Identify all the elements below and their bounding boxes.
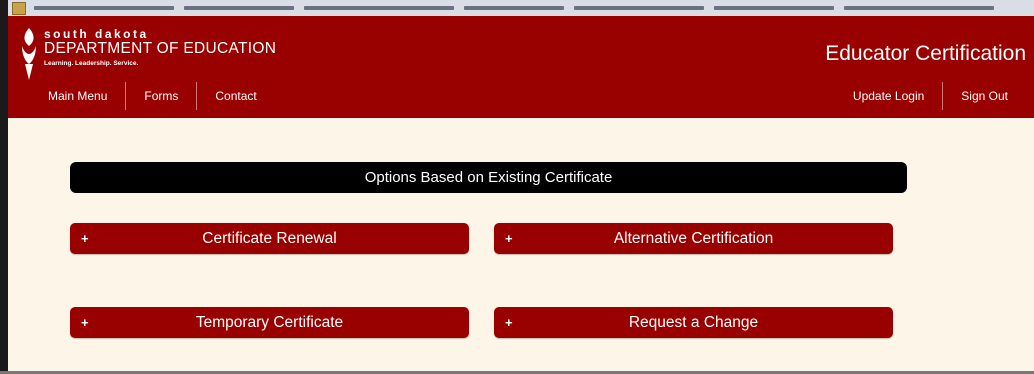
button-label: Certificate Renewal (202, 230, 337, 247)
main-nav: Main Menu Forms Contact (34, 82, 275, 110)
department-logo[interactable]: south dakota DEPARTMENT OF EDUCATION Lea… (44, 28, 276, 68)
logo-department-name: DEPARTMENT OF EDUCATION (44, 40, 277, 57)
bookmark-item[interactable] (464, 6, 564, 10)
bookmark-item[interactable] (184, 6, 294, 10)
nav-contact[interactable]: Contact (197, 82, 274, 110)
alternative-certification-button[interactable]: + Alternative Certification (494, 223, 893, 254)
browser-bookmarks-bar (8, 0, 1034, 17)
bookmark-item[interactable] (304, 6, 454, 10)
temporary-certificate-button[interactable]: + Temporary Certificate (70, 307, 469, 338)
button-label: Request a Change (628, 314, 759, 331)
site-header: south dakota DEPARTMENT OF EDUCATION Lea… (8, 16, 1034, 118)
logo-tagline: Learning. Leadership. Service. (44, 60, 139, 67)
bookmark-item[interactable] (844, 6, 994, 10)
account-nav: Update Login Sign Out (835, 82, 1026, 110)
nav-main-menu[interactable]: Main Menu (34, 82, 125, 110)
nav-update-login[interactable]: Update Login (835, 82, 942, 110)
nav-forms[interactable]: Forms (126, 82, 196, 110)
bookmark-item[interactable] (34, 6, 174, 10)
button-label: Alternative Certification (613, 230, 774, 247)
bookmark-item[interactable] (714, 6, 834, 10)
bookmark-item[interactable] (574, 6, 704, 10)
page-title: Educator Certification (825, 42, 1026, 65)
window-left-edge (0, 0, 8, 374)
section-title: Options Based on Existing Certificate (364, 169, 613, 186)
section-header: Options Based on Existing Certificate (70, 162, 907, 193)
bookmark-icon[interactable] (12, 2, 26, 15)
certificate-renewal-button[interactable]: + Certificate Renewal (70, 223, 469, 254)
flame-logo-icon (22, 28, 36, 80)
request-change-button[interactable]: + Request a Change (494, 307, 893, 338)
nav-sign-out[interactable]: Sign Out (943, 82, 1026, 110)
button-label: Temporary Certificate (195, 314, 344, 331)
